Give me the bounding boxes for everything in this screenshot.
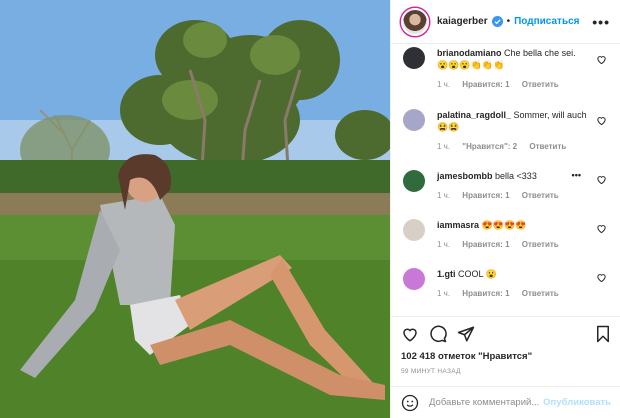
- comment-text: 😍😍😍😍: [481, 220, 527, 230]
- comment-username[interactable]: 1.gti: [437, 269, 456, 279]
- publish-button[interactable]: Опубликовать: [543, 397, 611, 408]
- post-timestamp[interactable]: 59 МИНУТ НАЗАД: [401, 368, 611, 375]
- share-paper-plane-icon[interactable]: [457, 325, 475, 343]
- comment-time[interactable]: 1 ч.: [437, 142, 450, 151]
- post-photo: [0, 0, 390, 418]
- commenter-avatar[interactable]: [403, 47, 425, 69]
- photo-illustration: [0, 0, 390, 418]
- comment-username[interactable]: iammasra: [437, 220, 479, 230]
- comment-username[interactable]: jamesbombb: [437, 171, 493, 181]
- comment-time[interactable]: 1 ч.: [437, 191, 450, 200]
- comment-item: 1.gti COOL 😮 1 ч. Нравится: 1 Ответить: [391, 268, 620, 300]
- like-comment-heart-icon[interactable]: [596, 272, 607, 283]
- reply-button[interactable]: Ответить: [522, 240, 559, 249]
- comment-likes[interactable]: "Нравится": 2: [462, 142, 517, 151]
- emoji-smiley-icon[interactable]: [401, 394, 419, 412]
- bookmark-icon[interactable]: [595, 325, 611, 343]
- header-separator: •: [506, 16, 511, 27]
- likes-count[interactable]: 102 418 отметок "Нравится": [401, 351, 611, 362]
- add-comment-bar: Добавьте комментарий... Опубликовать: [391, 386, 620, 418]
- comment-username[interactable]: brianodamiano: [437, 48, 502, 58]
- comment-likes[interactable]: Нравится: 1: [462, 289, 509, 298]
- follow-button[interactable]: Подписаться: [514, 16, 579, 27]
- author-avatar[interactable]: [401, 7, 429, 36]
- comments-list[interactable]: brianodamiano Che bella che sei. 😮😮😮👏👏👏 …: [391, 44, 620, 316]
- comment-emoji: 😮😮😮👏👏👏: [437, 60, 505, 70]
- reply-button[interactable]: Ответить: [522, 80, 559, 89]
- reply-button[interactable]: Ответить: [522, 191, 559, 200]
- more-options-icon[interactable]: •••: [592, 14, 610, 30]
- comment-item: jamesbombb bella <333 1 ч. Нравится: 1 О…: [391, 170, 620, 202]
- comment-text: COOL 😮: [458, 269, 497, 279]
- like-comment-heart-icon[interactable]: [596, 223, 607, 234]
- comment-text: bella <333: [495, 171, 537, 181]
- comment-item: brianodamiano Che bella che sei. 😮😮😮👏👏👏 …: [391, 47, 620, 91]
- comment-time[interactable]: 1 ч.: [437, 80, 450, 89]
- reply-button[interactable]: Ответить: [522, 289, 559, 298]
- comment-item: iammasra 😍😍😍😍 1 ч. Нравится: 1 Ответить: [391, 219, 620, 251]
- comment-likes[interactable]: Нравится: 1: [462, 191, 509, 200]
- comment-likes[interactable]: Нравится: 1: [462, 240, 509, 249]
- like-comment-heart-icon[interactable]: [596, 115, 607, 126]
- verified-badge-icon: [491, 16, 503, 27]
- like-heart-icon[interactable]: [401, 325, 419, 343]
- commenter-avatar[interactable]: [403, 170, 425, 192]
- like-comment-heart-icon[interactable]: [596, 174, 607, 185]
- like-comment-heart-icon[interactable]: [596, 54, 607, 65]
- comment-username[interactable]: palatina_ragdoll_: [437, 110, 511, 120]
- commenter-avatar[interactable]: [403, 109, 425, 131]
- comment-more-icon[interactable]: •••: [572, 170, 581, 180]
- reply-button[interactable]: Ответить: [529, 142, 566, 151]
- comment-time[interactable]: 1 ч.: [437, 240, 450, 249]
- comment-bubble-icon[interactable]: [429, 325, 447, 343]
- comment-input[interactable]: Добавьте комментарий...: [429, 397, 539, 408]
- comment-likes[interactable]: Нравится: 1: [462, 80, 509, 89]
- post-side-panel: kaiagerber • Подписаться ••• brianodamia…: [390, 0, 620, 418]
- comment-text: Che bella che sei.: [504, 48, 576, 58]
- comment-item: palatina_ragdoll_ Sommer, will auch😫😫 1 …: [391, 109, 620, 153]
- post-header: kaiagerber • Подписаться •••: [391, 0, 620, 44]
- author-username[interactable]: kaiagerber: [437, 16, 488, 27]
- commenter-avatar[interactable]: [403, 219, 425, 241]
- commenter-avatar[interactable]: [403, 268, 425, 290]
- comment-time[interactable]: 1 ч.: [437, 289, 450, 298]
